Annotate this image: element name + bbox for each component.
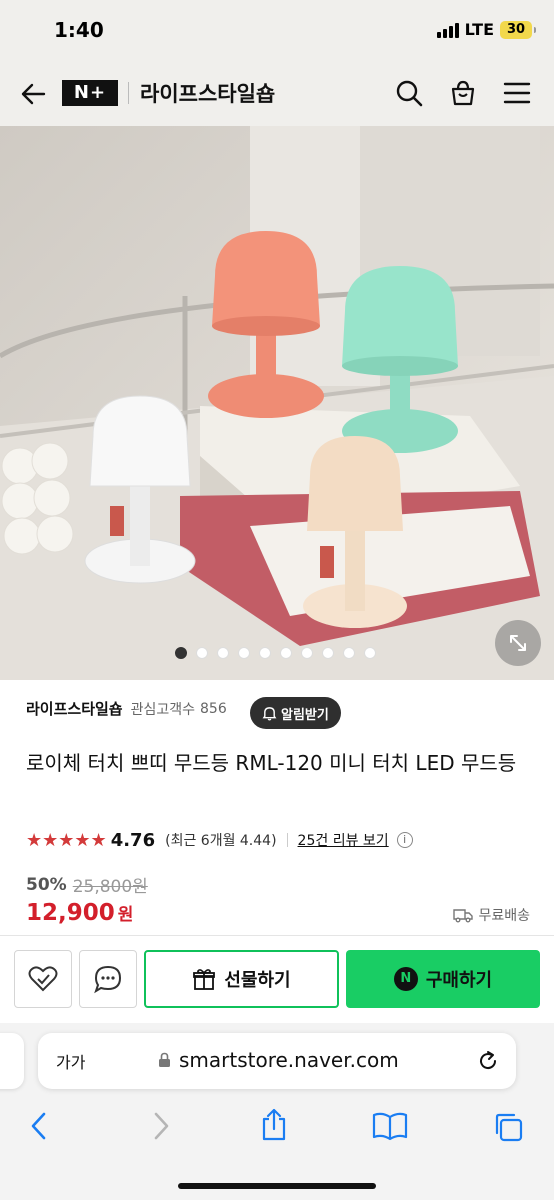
truck-icon [453,909,474,923]
talktalk-button[interactable] [79,950,137,1008]
discount-row: 50% 25,800원 [26,872,148,898]
browser-back-icon[interactable] [28,1111,52,1145]
gallery-indicator[interactable] [175,647,376,659]
rating-stars: ★★★★★ [26,829,107,851]
alarm-button[interactable]: 알림받기 [250,697,341,729]
chat-bubble-icon [94,965,122,994]
search-icon[interactable] [394,78,424,108]
wishlist-button[interactable] [14,950,72,1008]
gift-icon [193,969,216,990]
bell-plus-icon [262,706,277,720]
battery-icon: 30 [500,20,536,39]
info-icon[interactable]: i [396,832,413,848]
shopping-bag-icon[interactable] [448,78,478,108]
gallery-dot[interactable] [217,647,229,659]
discount-rate: 50% [26,874,67,895]
shipping-label: 무료배송 [478,908,530,924]
price-row: 12,900 원 [26,900,133,926]
expand-icon[interactable] [495,620,541,666]
divider [286,833,288,847]
store-name[interactable]: 라이프스타일숍 [140,78,275,108]
sale-price: 12,900 [26,900,115,926]
text-size-button[interactable]: 가가 [56,1049,85,1073]
logo-divider [128,82,129,104]
currency: 원 [117,905,134,925]
rating-score: 4.76 [110,829,156,851]
menu-icon[interactable] [502,80,532,106]
buy-label: 구매하기 [425,970,493,991]
naver-plus-logo[interactable]: N+ [62,80,118,106]
browser-bar: 가가 smartstore.naver.com [0,1023,554,1200]
rating-row: ★★★★★ 4.76 (최근 6개월 4.44) 25건 리뷰 보기 i [26,828,413,852]
purchase-action-bar: 선물하기 N 구매하기 [0,935,554,1023]
gallery-dot[interactable] [364,647,376,659]
home-indicator[interactable] [178,1183,376,1189]
gift-label: 선물하기 [224,970,291,991]
original-price: 25,800원 [72,877,148,897]
gallery-dot[interactable] [175,647,187,659]
seller-name[interactable]: 라이프스타일숍 [26,698,123,719]
gallery-dot[interactable] [259,647,271,659]
browser-forward-icon[interactable] [148,1111,172,1145]
recent-rating: (최근 6개월 4.44) [165,833,277,849]
gift-button[interactable]: 선물하기 [144,950,339,1008]
url-text: smartstore.naver.com [179,1048,399,1072]
shipping-info: 무료배송 [453,905,530,925]
gallery-dot[interactable] [238,647,250,659]
gallery-dot[interactable] [322,647,334,659]
fans-label: 관심고객수 [130,701,196,718]
status-indicators: LTE 30 [436,20,536,39]
fans-count: 856 [200,700,227,717]
url-display[interactable]: smartstore.naver.com [158,1048,399,1072]
seller-info: 라이프스타일숍 관심고객수 856 [26,698,227,719]
back-arrow-icon[interactable] [18,80,48,108]
gallery-dot[interactable] [196,647,208,659]
review-link[interactable]: 25건 리뷰 보기 [298,830,389,850]
heart-icon [28,966,58,992]
gallery-dot[interactable] [280,647,292,659]
status-time: 1:40 [54,18,104,42]
gallery-dot[interactable] [343,647,355,659]
status-bar: 1:40 LTE 30 [0,0,554,60]
address-bar[interactable]: 가가 smartstore.naver.com [38,1033,516,1089]
tabs-icon[interactable] [492,1111,524,1147]
reload-icon[interactable] [476,1049,500,1077]
gallery-dot[interactable] [301,647,313,659]
product-title: 로이체 터치 쁘띠 무드등 RML-120 미니 터치 LED 무드등 [26,751,517,775]
signal-icon [436,22,459,38]
network-type: LTE [464,20,494,39]
buy-button[interactable]: N 구매하기 [346,950,540,1008]
product-image[interactable] [0,126,554,680]
alarm-label: 알림받기 [281,707,329,723]
previous-tab[interactable] [0,1033,24,1089]
lock-icon [159,1052,170,1067]
naver-pay-icon: N [393,967,418,991]
bookmarks-icon[interactable] [372,1111,408,1145]
share-icon[interactable] [259,1107,289,1145]
